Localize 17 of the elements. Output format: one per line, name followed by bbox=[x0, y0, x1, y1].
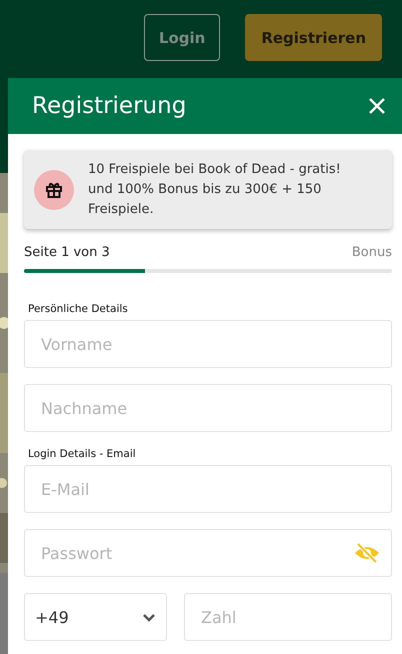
input-field[interactable]: Nachname bbox=[24, 384, 392, 432]
next-step-label: Bonus bbox=[352, 245, 392, 260]
input-field[interactable]: E-Mail bbox=[24, 465, 392, 513]
gift-icon bbox=[34, 170, 74, 210]
input-field[interactable]: Vorname bbox=[24, 320, 392, 368]
modal-title: Registrierung bbox=[32, 93, 186, 119]
number-field[interactable]: Zahl bbox=[184, 593, 392, 641]
chevron-down-icon bbox=[142, 612, 156, 622]
country-code-select[interactable]: +49 bbox=[24, 593, 167, 641]
step-label: Seite 1 von 3 bbox=[24, 245, 110, 260]
login-button[interactable]: Login bbox=[144, 14, 220, 61]
password-field[interactable]: Passwort bbox=[24, 529, 392, 577]
register-button[interactable]: Registrieren bbox=[245, 14, 382, 61]
promo-text: 10 Freispiele bei Book of Dead - gratis! und 100% Bonus bis zu 300€ + 150 Freispiele. bbox=[88, 160, 342, 218]
close-icon[interactable] bbox=[368, 97, 386, 115]
section-heading: Persönliche Details bbox=[28, 303, 128, 315]
section-heading: Login Details - Email bbox=[28, 448, 136, 460]
